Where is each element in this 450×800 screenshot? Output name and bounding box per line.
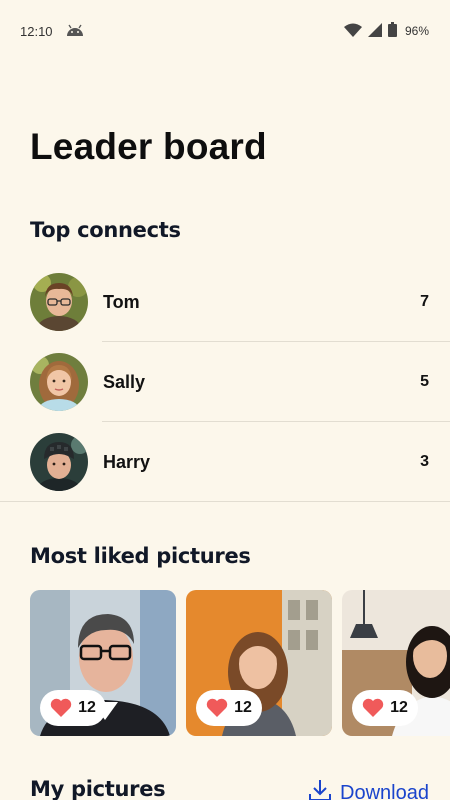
heart-icon bbox=[50, 698, 72, 718]
most-liked-strip[interactable]: 12 12 12 bbox=[30, 590, 450, 736]
leader-name: Tom bbox=[103, 291, 140, 312]
leader-row-harry[interactable]: Harry 3 bbox=[0, 422, 450, 502]
signal-icon bbox=[367, 22, 382, 40]
download-button[interactable]: Download bbox=[308, 778, 429, 800]
battery-percent: 96% bbox=[404, 24, 429, 38]
like-count: 12 bbox=[390, 699, 408, 716]
leader-count: 7 bbox=[420, 293, 429, 310]
liked-picture-card[interactable]: 12 bbox=[342, 590, 450, 736]
leader-count: 3 bbox=[420, 453, 429, 470]
wifi-icon bbox=[343, 23, 362, 40]
row-divider bbox=[0, 501, 450, 502]
status-left: 12:10 bbox=[20, 24, 85, 39]
leader-row-sally[interactable]: Sally 5 bbox=[0, 342, 450, 422]
like-count: 12 bbox=[234, 699, 252, 716]
top-connects-title: Top connects bbox=[30, 218, 181, 242]
download-label: Download bbox=[340, 781, 429, 800]
status-time: 12:10 bbox=[20, 23, 53, 39]
android-icon bbox=[65, 24, 85, 39]
like-count: 12 bbox=[78, 699, 96, 716]
leader-row-tom[interactable]: Tom 7 bbox=[0, 262, 450, 342]
avatar bbox=[30, 353, 88, 411]
battery-icon bbox=[387, 22, 397, 40]
avatar bbox=[30, 273, 88, 331]
top-connects-list: Tom 7 Sally 5 Harry 3 bbox=[0, 262, 450, 502]
my-pictures-title: My pictures bbox=[30, 777, 166, 800]
heart-icon bbox=[206, 698, 228, 718]
like-badge[interactable]: 12 bbox=[352, 690, 418, 726]
liked-picture-card[interactable]: 12 bbox=[186, 590, 332, 736]
download-icon bbox=[308, 778, 332, 800]
heart-icon bbox=[362, 698, 384, 718]
most-liked-title: Most liked pictures bbox=[30, 544, 251, 568]
leader-name: Harry bbox=[103, 451, 151, 472]
liked-picture-card[interactable]: 12 bbox=[30, 590, 176, 736]
avatar bbox=[30, 433, 88, 491]
like-badge[interactable]: 12 bbox=[196, 690, 262, 726]
status-right: 96% bbox=[343, 22, 429, 40]
like-badge[interactable]: 12 bbox=[40, 690, 106, 726]
page-title: Leader board bbox=[30, 126, 267, 167]
status-bar: 12:10 96% bbox=[0, 0, 450, 62]
leader-count: 5 bbox=[420, 373, 429, 390]
leader-name: Sally bbox=[103, 371, 146, 392]
